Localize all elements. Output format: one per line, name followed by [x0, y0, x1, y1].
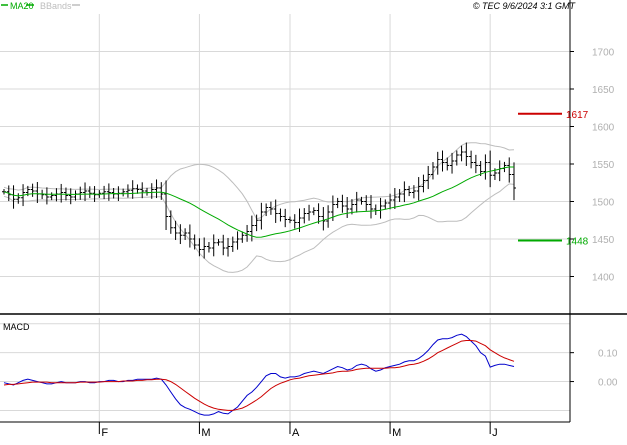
price-bar	[292, 214, 297, 229]
price-bar	[154, 179, 159, 199]
price-bar	[483, 154, 488, 180]
price-bar	[159, 182, 164, 200]
price-bar	[168, 210, 173, 234]
price-plot	[2, 112, 562, 273]
price-bar	[49, 192, 54, 201]
price-bar	[507, 157, 512, 183]
price-bar	[83, 182, 88, 202]
price-bar	[187, 224, 192, 248]
x-tick-label: M	[392, 427, 401, 439]
legend-ma20: MA20	[10, 1, 34, 11]
price-bar	[144, 187, 149, 196]
price-y-tick-label: 1550	[592, 160, 615, 171]
price-bar	[316, 203, 321, 224]
price-bar	[392, 188, 397, 209]
price-bar	[202, 237, 207, 259]
x-tick-label: M	[201, 427, 210, 439]
price-bar	[206, 242, 211, 253]
price-y-tick-label: 1500	[592, 198, 615, 209]
price-bar	[192, 234, 197, 250]
price-bar	[345, 197, 350, 218]
macd-grid	[0, 318, 570, 422]
price-bar	[383, 199, 388, 210]
price-grid	[0, 14, 570, 314]
price-bar	[302, 208, 307, 224]
price-bar	[87, 186, 92, 198]
price-bar	[459, 145, 464, 162]
price-bar	[340, 194, 345, 213]
price-bar	[221, 234, 226, 256]
price-bar	[197, 238, 202, 257]
macd-title: MACD	[3, 322, 30, 332]
price-bar	[321, 207, 326, 231]
price-bar	[164, 180, 169, 230]
price-bar	[287, 216, 292, 224]
level-label: 1448	[566, 237, 589, 248]
price-bar	[454, 150, 459, 166]
price-bar	[512, 162, 516, 201]
level-label: 1617	[566, 110, 589, 121]
price-bar	[397, 189, 402, 202]
macd-y-tick-label: 0.00	[598, 378, 618, 389]
price-bar	[78, 186, 83, 200]
price-bar	[102, 185, 107, 200]
price-bar	[273, 199, 278, 223]
chart-axes: 14001450150015501600165017000.000.10F M A M…	[0, 0, 627, 439]
price-bar	[421, 174, 426, 193]
price-bar	[211, 234, 216, 257]
price-y-tick-label: 1450	[592, 235, 615, 246]
price-bar	[30, 183, 35, 197]
price-bar	[488, 150, 493, 188]
x-tick-label: F	[101, 427, 108, 439]
price-bar	[469, 150, 474, 169]
price-bar	[216, 239, 221, 246]
price-bar	[235, 231, 240, 250]
price-bar	[278, 208, 283, 222]
macd-line	[3, 333, 515, 416]
price-bar	[373, 204, 378, 215]
price-bar	[249, 215, 254, 242]
price-bar	[502, 161, 507, 173]
price-y-tick-label: 1650	[592, 85, 615, 96]
price-bar	[407, 185, 412, 197]
price-y-tick-label: 1700	[592, 48, 615, 59]
price-bar	[354, 191, 359, 213]
price-bar	[121, 188, 126, 197]
price-bar	[130, 180, 135, 199]
price-y-tick-label: 1400	[592, 273, 615, 284]
stock-chart: MA20 BBands © TEC 9/6/2024 3:1 GMT 1400 1…	[0, 0, 627, 440]
price-bar	[183, 228, 188, 240]
x-tick-label: J	[492, 427, 498, 439]
macd-plot	[3, 333, 515, 416]
price-bar	[226, 237, 231, 257]
price-bar	[125, 184, 130, 198]
legend-bbands: BBands	[40, 1, 72, 11]
price-bar	[416, 177, 421, 201]
price-y-tick-label: 1600	[592, 123, 615, 134]
x-tick-label: A	[292, 427, 300, 439]
price-bar	[135, 184, 140, 194]
price-bar	[369, 195, 374, 219]
price-bar	[464, 142, 469, 166]
signal-line	[3, 340, 515, 411]
price-bar	[435, 151, 440, 175]
price-bar	[16, 193, 21, 204]
chart-canvas: MA20 BBands © TEC 9/6/2024 3:1 GMT 1400 1…	[0, 0, 627, 439]
price-bar	[283, 208, 288, 228]
ma20-line	[3, 166, 514, 238]
chart-timestamp: © TEC 9/6/2024 3:1 GMT	[473, 1, 577, 11]
price-bar	[307, 204, 312, 221]
price-bar	[140, 182, 145, 199]
macd-y-tick-label: 0.10	[598, 349, 618, 360]
price-bar	[335, 197, 340, 209]
price-bar	[311, 207, 316, 216]
price-bar	[326, 205, 331, 228]
